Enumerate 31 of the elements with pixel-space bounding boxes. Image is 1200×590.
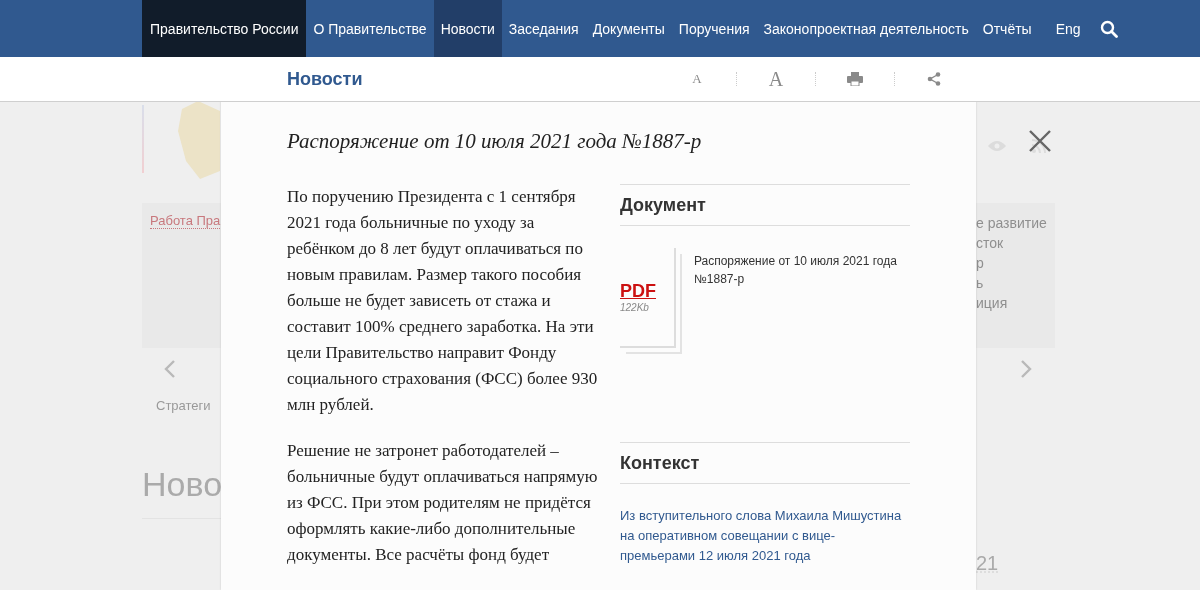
date-text: 21 <box>976 552 999 575</box>
section-title[interactable]: Новости <box>287 68 377 90</box>
article-paragraph: Решение не затронет работодателей – больничные будут оплачиваться напрямую из ФСС. При этом родителям не придётся оформлять какие-либо дополнительные документы. Все расчёты фонд будет <box>287 440 598 566</box>
nav-link[interactable]: Заседания <box>501 0 586 57</box>
card-text: р <box>976 254 985 273</box>
aside-heading: Контекст <box>620 442 910 484</box>
card-text: е развитие <box>976 214 1048 233</box>
card-text: иция <box>976 294 1009 313</box>
nav-link[interactable]: Новости <box>433 0 502 57</box>
rss-icon[interactable] <box>1032 139 1046 153</box>
pdf-file-card[interactable]: PDF 122Kb <box>620 248 676 348</box>
pdf-link[interactable]: PDF <box>620 281 674 302</box>
nav-link[interactable]: О Правительстве <box>306 0 434 57</box>
search-button[interactable] <box>1099 19 1118 38</box>
article-paragraph: По поручению Президента с 1 сентября 2021 года больничные по уходу за ребёнком до 8 лет будут оплачиваться по новым правилам. Размер такого пособия больше не будет зависеть от стажа и составит 100% среднего заработка. На эти цели Правительство направит Фонду социального страхования (ФСС) более 930 млн рублей. <box>287 186 598 416</box>
brand-link[interactable]: Правительство России <box>142 0 307 57</box>
context-link[interactable]: Из вступительного слова Михаила Мишустина на оперативном совещании с вице-премьерами 12 июля 2021 года <box>620 506 910 566</box>
nav-link[interactable]: Поручения <box>671 0 757 57</box>
font-decrease-button[interactable]: A <box>683 71 711 87</box>
aside-heading: Документ <box>620 184 910 226</box>
nav-link[interactable]: Документы <box>585 0 672 57</box>
language-link[interactable]: Eng <box>1048 0 1088 57</box>
nav-link[interactable]: Отчёты <box>975 0 1039 57</box>
close-button[interactable] <box>1028 129 1052 153</box>
document-title: Распоряжение от 10 июля 2021 года №1887-р <box>287 129 703 154</box>
slide-caption: Стратеги <box>155 398 212 413</box>
nav-link[interactable]: Законопроектная деятельность <box>756 0 976 57</box>
file-title: Распоряжение от 10 июля 2021 года №1887-р <box>693 253 898 288</box>
card-text: сток <box>976 234 1005 253</box>
card-text: ь <box>976 274 985 293</box>
file-size: 122Kb <box>620 302 650 313</box>
